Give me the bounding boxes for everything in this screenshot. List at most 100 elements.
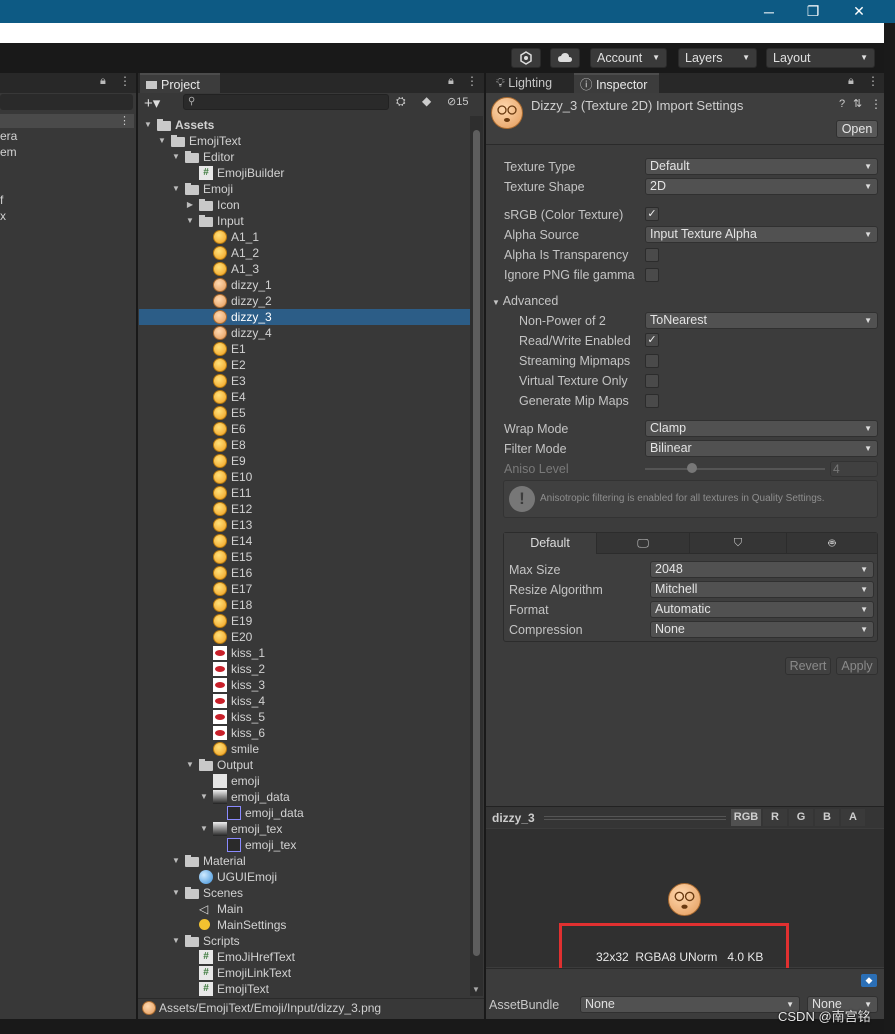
tab-inspector[interactable]: ⓘ Inspector bbox=[574, 73, 659, 93]
tree-item[interactable]: ◁ Main bbox=[139, 901, 470, 917]
tree-item[interactable]: dizzy_3 bbox=[139, 309, 470, 325]
tab-project[interactable]: Project bbox=[140, 73, 220, 93]
tree-item[interactable]: ▼ Emoji bbox=[139, 181, 470, 197]
tree-item[interactable]: E13 bbox=[139, 517, 470, 533]
chevron-down-icon[interactable]: ▼ bbox=[185, 213, 195, 229]
tab-platform-default[interactable]: Default bbox=[504, 533, 597, 554]
tree-item[interactable]: emoji bbox=[139, 773, 470, 789]
preset-icon[interactable]: ⇅ bbox=[853, 97, 862, 110]
tree-item[interactable]: E17 bbox=[139, 581, 470, 597]
account-dropdown[interactable]: Account ▼ bbox=[590, 48, 667, 68]
maximize-button[interactable]: ❐ bbox=[790, 0, 836, 23]
tree-item[interactable]: smile bbox=[139, 741, 470, 757]
tree-item[interactable]: E12 bbox=[139, 501, 470, 517]
tree-item[interactable]: E1 bbox=[139, 341, 470, 357]
chevron-down-icon[interactable]: ▼ bbox=[171, 149, 181, 165]
tree-item[interactable]: # EmoJiHrefText bbox=[139, 949, 470, 965]
read-write-checkbox[interactable]: ✓ bbox=[645, 333, 659, 347]
tab-platform-standalone[interactable]: 🖵︎ bbox=[597, 533, 690, 554]
channel-g-button[interactable]: G bbox=[789, 809, 813, 826]
more-menu-icon[interactable]: ⋮ bbox=[867, 74, 879, 88]
tree-item[interactable]: ▼ emoji_data bbox=[139, 789, 470, 805]
tab-lighting[interactable]: 💡︎ Lighting bbox=[490, 73, 572, 93]
filter-type-icon[interactable]: ⛭ bbox=[396, 94, 406, 109]
tree-item[interactable]: # EmojiLinkText bbox=[139, 965, 470, 981]
assetbundle-dropdown[interactable]: None ▼ bbox=[580, 996, 800, 1013]
format-dropdown[interactable]: Automatic ▼ bbox=[650, 601, 874, 618]
hierarchy-search[interactable] bbox=[0, 94, 133, 110]
channel-a-button[interactable]: A bbox=[841, 809, 865, 826]
tree-item[interactable]: # EmojiText bbox=[139, 981, 470, 997]
chevron-down-icon[interactable]: ▼ bbox=[171, 853, 181, 869]
lock-icon[interactable]: 🔒︎ bbox=[100, 75, 106, 88]
tree-item[interactable]: E4 bbox=[139, 389, 470, 405]
layers-dropdown[interactable]: Layers ▼ bbox=[678, 48, 757, 68]
chevron-down-icon[interactable]: ▼ bbox=[157, 133, 167, 149]
tab-platform-android[interactable]: 🤖︎ bbox=[787, 533, 877, 554]
aniso-value-field[interactable]: 4 bbox=[830, 461, 878, 477]
label-filter-icon[interactable]: ◆ bbox=[422, 94, 431, 108]
more-menu-icon[interactable]: ⋮ bbox=[466, 74, 478, 88]
tree-item[interactable]: E18 bbox=[139, 597, 470, 613]
layout-dropdown[interactable]: Layout ▼ bbox=[766, 48, 875, 68]
tree-item[interactable]: kiss_3 bbox=[139, 677, 470, 693]
hierarchy-item[interactable]: em bbox=[0, 145, 17, 159]
tree-item[interactable]: E20 bbox=[139, 629, 470, 645]
alpha-source-dropdown[interactable]: Input Texture Alpha ▼ bbox=[645, 226, 878, 243]
lock-icon[interactable]: 🔒︎ bbox=[848, 75, 854, 88]
chevron-down-icon[interactable]: ▼ bbox=[199, 821, 209, 837]
max-size-dropdown[interactable]: 2048 ▼ bbox=[650, 561, 874, 578]
generate-mip-checkbox[interactable] bbox=[645, 394, 659, 408]
channel-b-button[interactable]: B bbox=[815, 809, 839, 826]
tree-item[interactable]: ▼ Editor bbox=[139, 149, 470, 165]
preview-drag-handle[interactable] bbox=[544, 816, 726, 820]
wrap-mode-dropdown[interactable]: Clamp ▼ bbox=[645, 420, 878, 437]
tree-item[interactable]: ▼ Scripts bbox=[139, 933, 470, 949]
channel-r-button[interactable]: R bbox=[763, 809, 787, 826]
tree-item[interactable]: E3 bbox=[139, 373, 470, 389]
tree-item[interactable]: ▼ Input bbox=[139, 213, 470, 229]
tree-item[interactable]: A1_2 bbox=[139, 245, 470, 261]
channel-rgb-button[interactable]: RGB bbox=[731, 809, 761, 826]
scene-menu-icon[interactable]: ⋮ bbox=[119, 114, 130, 127]
tree-item[interactable]: emoji_tex bbox=[139, 837, 470, 853]
create-button[interactable]: +▾ bbox=[144, 94, 160, 112]
tree-item[interactable]: # EmojiBuilder bbox=[139, 165, 470, 181]
revert-button[interactable]: Revert bbox=[785, 657, 831, 675]
project-search-input[interactable]: ⚲ bbox=[183, 94, 389, 110]
more-menu-icon[interactable]: ⋮ bbox=[119, 74, 131, 88]
cloud-icon[interactable] bbox=[550, 48, 580, 68]
label-tag-icon[interactable]: ◆ bbox=[861, 974, 877, 987]
tree-item[interactable]: E16 bbox=[139, 565, 470, 581]
tree-item[interactable]: E6 bbox=[139, 421, 470, 437]
tree-item[interactable]: kiss_2 bbox=[139, 661, 470, 677]
hierarchy-item[interactable]: x bbox=[0, 209, 6, 223]
tree-item[interactable]: kiss_5 bbox=[139, 709, 470, 725]
tree-item[interactable]: dizzy_4 bbox=[139, 325, 470, 341]
chevron-down-icon[interactable]: ▼ bbox=[199, 789, 209, 805]
tree-item[interactable]: A1_1 bbox=[139, 229, 470, 245]
apply-button[interactable]: Apply bbox=[836, 657, 878, 675]
chevron-down-icon[interactable]: ▼ bbox=[143, 117, 153, 133]
more-menu-icon[interactable]: ⋮ bbox=[870, 97, 882, 111]
tree-item[interactable]: E9 bbox=[139, 453, 470, 469]
tree-item[interactable]: ▼ emoji_tex bbox=[139, 821, 470, 837]
tree-item[interactable]: E10 bbox=[139, 469, 470, 485]
close-button[interactable]: ✕ bbox=[836, 0, 882, 23]
aniso-slider-handle[interactable] bbox=[687, 463, 697, 473]
chevron-down-icon[interactable]: ▼ bbox=[171, 181, 181, 197]
hierarchy-item[interactable]: era bbox=[0, 129, 17, 143]
chevron-down-icon[interactable]: ▼ bbox=[185, 757, 195, 773]
tree-item[interactable]: kiss_4 bbox=[139, 693, 470, 709]
virtual-texture-checkbox[interactable] bbox=[645, 374, 659, 388]
collab-icon[interactable] bbox=[511, 48, 541, 68]
alpha-transparency-checkbox[interactable] bbox=[645, 248, 659, 262]
open-button[interactable]: Open bbox=[836, 120, 878, 138]
streaming-mipmaps-checkbox[interactable] bbox=[645, 354, 659, 368]
tree-item[interactable]: E8 bbox=[139, 437, 470, 453]
tree-item[interactable]: ▼ Scenes bbox=[139, 885, 470, 901]
help-icon[interactable]: ? bbox=[839, 98, 845, 110]
minimize-button[interactable]: ─ bbox=[746, 0, 792, 23]
scrollbar-thumb[interactable] bbox=[473, 130, 480, 956]
chevron-down-icon[interactable]: ▼ bbox=[171, 885, 181, 901]
